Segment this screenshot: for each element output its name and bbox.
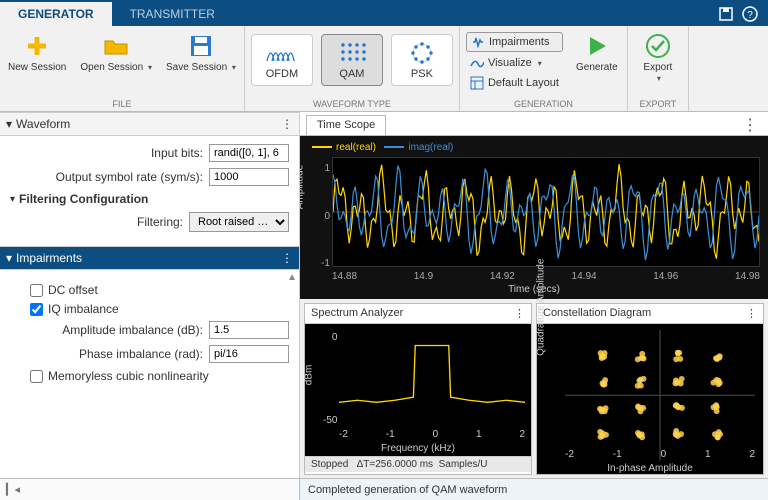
export-button[interactable]: Export▾ (634, 30, 682, 86)
more-icon[interactable]: ⋮ (281, 117, 293, 131)
time-scope-plot: real(real) imag(real) Amplitude 10-1 14.… (300, 136, 768, 299)
spectrum-status: Stopped (311, 459, 348, 470)
svg-text:?: ? (747, 10, 753, 21)
more-icon[interactable]: ⋮ (281, 251, 293, 265)
group-file-label: FILE (6, 99, 238, 109)
group-export-label: EXPORT (634, 99, 682, 109)
save-icon[interactable] (718, 6, 734, 22)
dc-offset-label: DC offset (48, 283, 98, 297)
memoryless-checkbox[interactable] (30, 370, 43, 383)
collapse-icon[interactable]: ▎◂ (6, 483, 20, 496)
more-icon[interactable]: ⋮ (746, 307, 757, 320)
iq-imbalance-label: IQ imbalance (48, 302, 119, 316)
iq-imbalance-checkbox[interactable] (30, 303, 43, 316)
spectrum-plot: dBm 0-50 -2-1012 Frequency (kHz) (305, 324, 531, 456)
tab-time-scope[interactable]: Time Scope (306, 115, 386, 135)
filtering-config-header[interactable]: ▾Filtering Configuration (10, 192, 289, 206)
psk-circle-icon (408, 41, 436, 65)
symbol-rate-field[interactable] (209, 168, 289, 186)
dc-offset-checkbox[interactable] (30, 284, 43, 297)
new-session-button[interactable]: New Session (6, 30, 68, 75)
amp-imbalance-field[interactable] (209, 321, 289, 339)
status-message: Completed generation of QAM waveform (300, 479, 768, 500)
wavetype-psk[interactable]: PSK (391, 34, 453, 86)
filtering-label: Filtering: (137, 215, 183, 229)
scroll-up-icon[interactable]: ▲ (287, 272, 297, 283)
impairments-panel-header[interactable]: ▾Impairments⋮ (0, 246, 299, 270)
tab-generator[interactable]: GENERATOR (0, 2, 112, 26)
impairments-button[interactable]: Impairments (466, 32, 563, 52)
phase-imbalance-field[interactable] (209, 345, 289, 363)
folder-open-icon (102, 32, 130, 60)
filtering-select[interactable]: Root raised … (189, 212, 289, 232)
default-layout-button[interactable]: Default Layout (466, 74, 563, 92)
save-session-button[interactable]: Save Session ▾ (164, 30, 238, 75)
group-generation-label: GENERATION (466, 99, 621, 109)
qam-grid-icon (338, 41, 366, 65)
impairments-icon (471, 35, 485, 49)
amp-imbalance-label: Amplitude imbalance (dB): (62, 323, 203, 337)
wavetype-ofdm[interactable]: OFDM (251, 34, 313, 86)
layout-icon (470, 76, 484, 90)
input-bits-label: Input bits: (151, 146, 203, 160)
visualize-icon (470, 56, 484, 70)
open-session-button[interactable]: Open Session ▾ (78, 30, 154, 75)
check-icon (644, 32, 672, 60)
floppy-icon (187, 32, 215, 60)
tab-transmitter[interactable]: TRANSMITTER (112, 2, 233, 26)
group-wavetype-label: WAVEFORM TYPE (251, 99, 453, 109)
memoryless-label: Memoryless cubic nonlinearity (48, 369, 209, 383)
more-icon[interactable]: ⋮ (732, 115, 768, 135)
more-icon[interactable]: ⋮ (514, 307, 525, 320)
help-icon[interactable]: ? (742, 6, 758, 22)
time-xlabel: Time (secs) (304, 282, 764, 295)
symbol-rate-label: Output symbol rate (sym/s): (56, 170, 203, 184)
constellation-title: Constellation Diagram (543, 307, 651, 320)
generate-button[interactable]: Generate (573, 30, 621, 92)
plus-icon (23, 32, 51, 60)
play-icon (583, 32, 611, 60)
time-ylabel: Amplitude (300, 165, 306, 209)
visualize-button[interactable]: Visualize▾ (466, 54, 563, 72)
constellation-plot: Quadrature Amplitude -2-1012 In-phase Am… (537, 324, 763, 474)
spectrum-title: Spectrum Analyzer (311, 307, 403, 320)
waveform-panel-header[interactable]: ▾Waveform⋮ (0, 112, 299, 136)
phase-imbalance-label: Phase imbalance (rad): (79, 347, 203, 361)
wavetype-qam[interactable]: QAM (321, 34, 383, 86)
ofdm-icon (265, 41, 299, 65)
input-bits-field[interactable] (209, 144, 289, 162)
